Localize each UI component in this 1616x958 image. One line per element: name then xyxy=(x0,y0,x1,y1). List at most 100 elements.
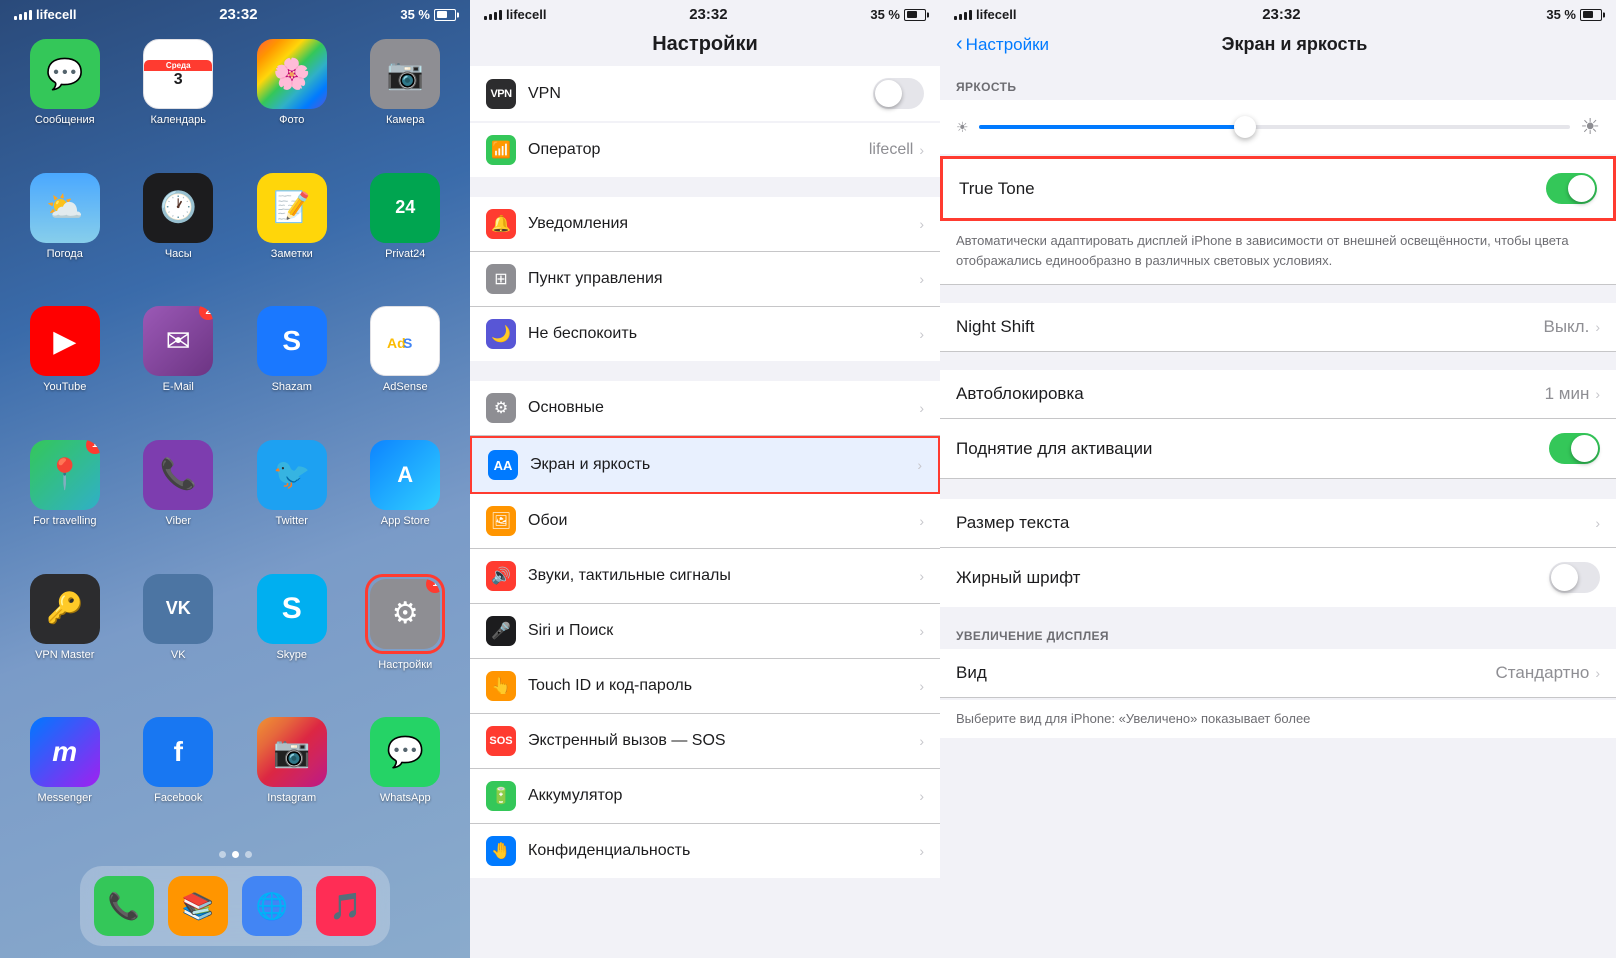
settings-cell-sos[interactable]: SOS Экстренный вызов — SOS › xyxy=(470,714,940,769)
autolock-cell[interactable]: Автоблокировка 1 мин › xyxy=(940,370,1616,419)
text-group: Размер текста › Жирный шрифт xyxy=(940,499,1616,607)
chevron-icon: › xyxy=(919,271,924,287)
bold-toggle[interactable] xyxy=(1549,562,1600,593)
app-icon-img: 2 ✉ xyxy=(143,306,213,376)
app-weather[interactable]: ⛅ Погода xyxy=(12,173,118,291)
bright-content: ЯРКОСТЬ ☀ ☀ True Tone Автоматически адап… xyxy=(940,66,1616,958)
app-settings[interactable]: 1 ⚙ Настройки xyxy=(353,574,459,702)
app-icon-img: S xyxy=(257,306,327,376)
raise-cell[interactable]: Поднятие для активации xyxy=(940,419,1616,479)
dock-books[interactable]: 📚 xyxy=(168,876,228,936)
true-tone-cell[interactable]: True Tone xyxy=(940,156,1616,221)
toggle-thumb xyxy=(1568,175,1595,202)
app-label: Viber xyxy=(166,515,191,527)
app-viber[interactable]: 📞 Viber xyxy=(126,440,232,558)
separator xyxy=(940,481,1616,499)
cell-label: Siri и Поиск xyxy=(528,622,919,640)
settings-cell-general[interactable]: ⚙ Основные › xyxy=(470,381,940,436)
raise-toggle[interactable] xyxy=(1549,433,1600,464)
page-dots xyxy=(219,851,252,858)
app-email[interactable]: 2 ✉ E-Mail xyxy=(126,306,232,424)
cell-label: Аккумулятор xyxy=(528,787,919,805)
night-shift-cell[interactable]: Night Shift Выкл. › xyxy=(940,303,1616,352)
notif-icon: 🔔 xyxy=(486,209,516,239)
app-vpnmaster[interactable]: 🔑 VPN Master xyxy=(12,574,118,702)
app-icon-img: 1 📍 xyxy=(30,440,100,510)
settings-cell-operator[interactable]: 📶 Оператор lifecell › xyxy=(470,123,940,177)
view-label: Вид xyxy=(956,663,1496,683)
dock-chrome[interactable]: 🌐 xyxy=(242,876,302,936)
signal-icon xyxy=(14,10,32,20)
app-icon-img: f xyxy=(143,717,213,787)
ctrl-icon: ⊞ xyxy=(486,264,516,294)
settings-cell-siri[interactable]: 🎤 Siri и Поиск › xyxy=(470,604,940,659)
page-title: Экран и яркость xyxy=(1049,34,1540,55)
settings-group-main: ⚙ Основные › AA Экран и яркость › 🖼 Обои… xyxy=(470,381,940,878)
settings-cell-privacy[interactable]: 🤚 Конфиденциальность › xyxy=(470,824,940,878)
settings-cell-dnd[interactable]: 🌙 Не беспокоить › xyxy=(470,307,940,361)
app-clock[interactable]: 🕐 Часы xyxy=(126,173,232,291)
app-notes[interactable]: 📝 Заметки xyxy=(239,173,345,291)
view-cell[interactable]: Вид Стандартно › xyxy=(940,649,1616,698)
vpn-icon: VPN xyxy=(486,79,516,109)
app-messages[interactable]: 💬 Сообщения xyxy=(12,39,118,157)
app-label: YouTube xyxy=(43,381,86,393)
toggle-thumb xyxy=(875,80,902,107)
settings-list: VPN VPN 📶 Оператор lifecell › 🔔 Уведомле… xyxy=(470,66,940,958)
badge: 2 xyxy=(199,306,213,320)
settings-cell-control[interactable]: ⊞ Пункт управления › xyxy=(470,252,940,307)
settings-cell-battery[interactable]: 🔋 Аккумулятор › xyxy=(470,769,940,824)
back-button[interactable]: ‹ Настройки xyxy=(956,33,1049,56)
app-messenger[interactable]: m Messenger xyxy=(12,717,118,835)
settings-cell-vpn[interactable]: VPN VPN xyxy=(470,66,940,121)
app-calendar[interactable]: Среда 3 Календарь xyxy=(126,39,232,157)
settings-cell-touchid[interactable]: 👆 Touch ID и код-пароль › xyxy=(470,659,940,714)
battery-percent: 35 % xyxy=(400,7,430,22)
dock: 📞 📚 🌐 🎵 xyxy=(80,866,390,946)
app-label: Messenger xyxy=(38,792,92,804)
dock-music[interactable]: 🎵 xyxy=(316,876,376,936)
settings-cell-screenbrightness[interactable]: AA Экран и яркость › xyxy=(470,436,940,494)
dock-phone[interactable]: 📞 xyxy=(94,876,154,936)
app-photos[interactable]: 🌸 Фото xyxy=(239,39,345,157)
settings-cell-wallpaper[interactable]: 🖼 Обои › xyxy=(470,494,940,549)
calendar-top: Среда xyxy=(144,60,212,71)
app-label: E-Mail xyxy=(163,381,194,393)
brightness-low-icon: ☀ xyxy=(956,119,969,136)
vpn-toggle[interactable] xyxy=(873,78,924,109)
app-vk[interactable]: VK VK xyxy=(126,574,232,702)
slider-fill xyxy=(979,125,1245,129)
settings-cell-sounds[interactable]: 🔊 Звуки, тактильные сигналы › xyxy=(470,549,940,604)
settings-cell-notifications[interactable]: 🔔 Уведомления › xyxy=(470,197,940,252)
badge: 1 xyxy=(86,440,100,454)
text-size-cell[interactable]: Размер текста › xyxy=(940,499,1616,548)
app-privat24[interactable]: 24 Privat24 xyxy=(353,173,459,291)
app-label: Facebook xyxy=(154,792,202,804)
chevron-icon: › xyxy=(919,568,924,584)
cell-label: Уведомления xyxy=(528,215,919,233)
app-twitter[interactable]: 🐦 Twitter xyxy=(239,440,345,558)
bold-cell[interactable]: Жирный шрифт xyxy=(940,548,1616,607)
status-bar-settings: lifecell 23:32 35 % xyxy=(470,0,940,25)
app-shazam[interactable]: S Shazam xyxy=(239,306,345,424)
brightness-slider[interactable] xyxy=(979,125,1571,129)
cell-label: VPN xyxy=(528,85,873,103)
app-instagram[interactable]: 📷 Instagram xyxy=(239,717,345,835)
app-adsense[interactable]: AdS AdSense xyxy=(353,306,459,424)
app-icon-img: m xyxy=(30,717,100,787)
app-skype[interactable]: S Skype xyxy=(239,574,345,702)
back-label: Настройки xyxy=(966,35,1049,55)
cell-label: Экстренный вызов — SOS xyxy=(528,732,919,750)
app-youtube[interactable]: ▶ YouTube xyxy=(12,306,118,424)
priv-icon: 🤚 xyxy=(486,836,516,866)
status-left: lifecell xyxy=(14,7,76,22)
app-maps[interactable]: 1 📍 For travelling xyxy=(12,440,118,558)
app-appstore[interactable]: A App Store xyxy=(353,440,459,558)
app-facebook[interactable]: f Facebook xyxy=(126,717,232,835)
siri-icon: 🎤 xyxy=(486,616,516,646)
true-tone-toggle[interactable] xyxy=(1546,173,1597,204)
app-whatsapp[interactable]: 💬 WhatsApp xyxy=(353,717,459,835)
app-camera[interactable]: 📷 Камера xyxy=(353,39,459,157)
battery-icon xyxy=(434,9,456,21)
toggle-thumb xyxy=(1571,435,1598,462)
